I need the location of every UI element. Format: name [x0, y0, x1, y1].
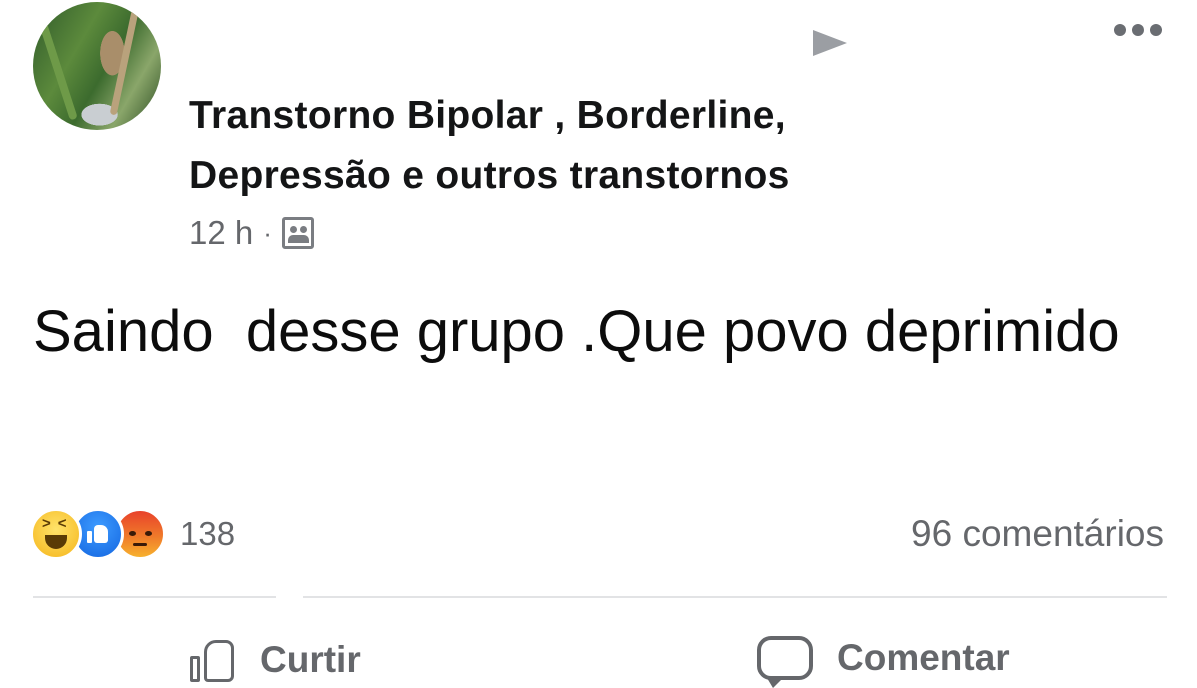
more-options-icon[interactable] [1114, 24, 1162, 36]
post-timestamp[interactable]: 12 h [189, 214, 253, 252]
meta-separator: · [263, 217, 272, 248]
post-meta: 12 h · [189, 214, 314, 252]
post-text: Saindo desse grupo .Que povo deprimido [33, 299, 1120, 364]
play-icon[interactable] [813, 30, 847, 56]
group-privacy-icon [281, 217, 314, 249]
haha-reaction-icon [30, 508, 82, 560]
thumbs-up-icon [190, 636, 238, 684]
group-avatar[interactable] [33, 2, 161, 130]
like-button[interactable]: Curtir [190, 636, 361, 684]
comment-bubble-icon [757, 636, 813, 688]
comment-button[interactable]: Comentar [757, 636, 1010, 688]
comment-button-label: Comentar [837, 637, 1010, 678]
reaction-count[interactable]: 138 [180, 515, 235, 553]
divider [33, 596, 276, 598]
divider [303, 596, 1167, 598]
like-button-label: Curtir [260, 639, 361, 680]
group-name[interactable]: Transtorno Bipolar , Borderline, Depress… [189, 86, 989, 206]
comments-count[interactable]: 96 comentários [911, 513, 1164, 555]
reactions-summary[interactable]: 138 [30, 508, 235, 560]
